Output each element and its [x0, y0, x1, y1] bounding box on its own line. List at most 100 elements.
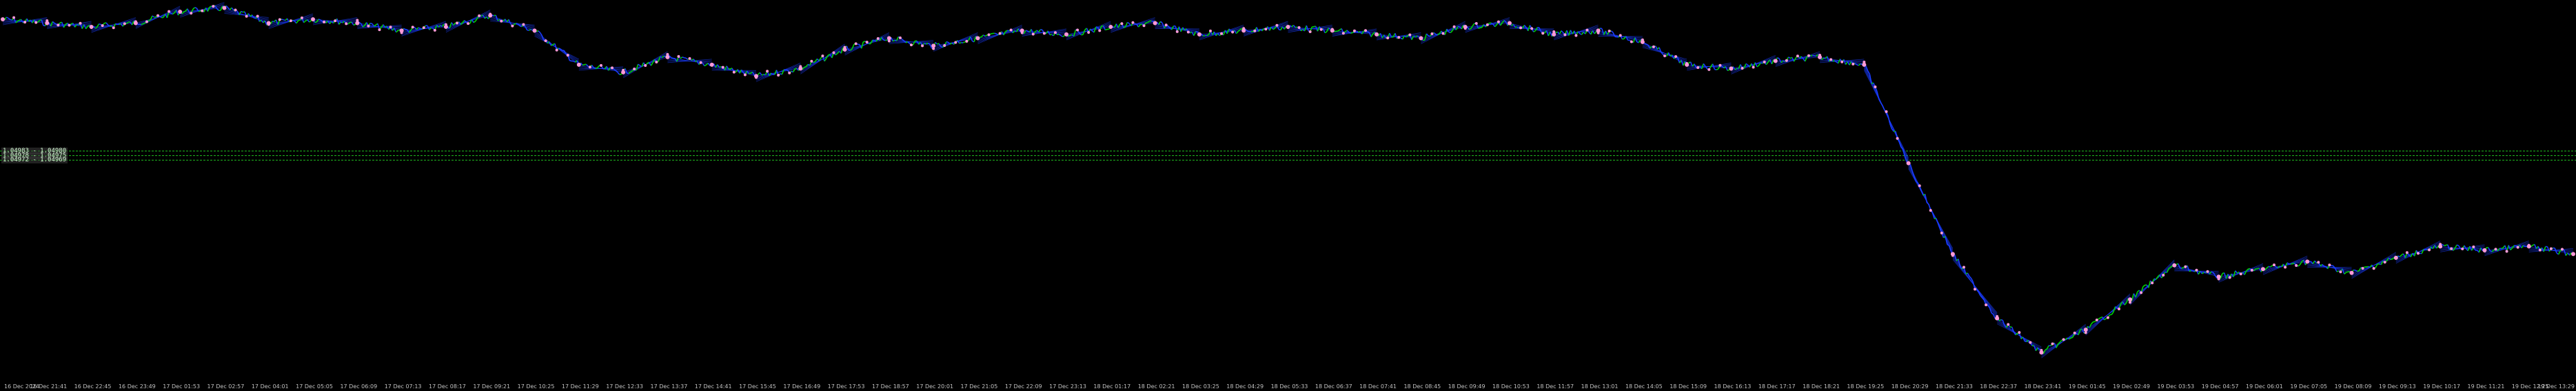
price-marker [1375, 32, 1379, 36]
price-marker [1718, 63, 1722, 67]
price-marker [1242, 27, 1246, 30]
price-marker [1497, 20, 1500, 23]
price-marker [256, 14, 259, 18]
x-tick-label: 18 Dec 04:29 [1226, 383, 1264, 390]
price-marker [201, 9, 204, 12]
price-marker [1485, 23, 1489, 26]
x-tick-label: 17 Dec 23:13 [1049, 383, 1086, 390]
price-marker [1585, 28, 1589, 32]
price-marker [2461, 247, 2464, 250]
price-segment [353, 23, 356, 26]
price-marker [1707, 68, 1711, 71]
x-tick-label: 18 Dec 13:01 [1581, 383, 1619, 390]
price-marker [57, 23, 60, 27]
price-segment [2093, 321, 2096, 323]
price-marker [212, 5, 215, 8]
price-marker [1641, 38, 1644, 41]
price-marker [23, 21, 27, 24]
price-marker [45, 19, 49, 23]
x-tick-label: 19 Dec 03:53 [2157, 383, 2194, 390]
price-segment [804, 66, 807, 68]
price-marker [2372, 267, 2375, 270]
price-marker [887, 39, 891, 43]
price-marker [2560, 248, 2564, 251]
price-marker [1264, 28, 1268, 31]
price-marker [876, 37, 880, 40]
price-marker [2106, 316, 2109, 319]
price-marker [1253, 29, 1257, 32]
price-marker [721, 66, 724, 69]
x-tick-label: 19 Dec 04:57 [2202, 383, 2239, 390]
x-tick-label: 19 Dec 01:45 [2069, 383, 2106, 390]
x-tick-label: 17 Dec 04:01 [252, 383, 289, 390]
x-tick-label: 19 Dec 07:05 [2290, 383, 2327, 390]
price-marker [2538, 248, 2542, 252]
price-marker [976, 37, 980, 40]
price-segment [2248, 268, 2251, 270]
price-segment [141, 23, 143, 26]
price-marker [2317, 261, 2320, 264]
price-marker [134, 20, 137, 23]
price-marker [34, 21, 38, 24]
price-marker [79, 21, 82, 25]
price-marker [190, 12, 193, 15]
price-marker [456, 21, 459, 25]
price-marker [123, 22, 126, 26]
price-segment [582, 63, 585, 66]
price-segment [924, 42, 926, 45]
price-segment [292, 19, 295, 22]
chart-background [0, 0, 2576, 391]
price-segment [863, 41, 866, 43]
price-marker [90, 26, 93, 29]
price-marker [965, 39, 968, 43]
x-tick-label: 18 Dec 09:49 [1448, 383, 1485, 390]
price-marker [588, 66, 591, 69]
price-segment [927, 43, 931, 45]
price-marker [2483, 250, 2486, 253]
x-tick-label: 19 Dec 13:29 [2537, 383, 2575, 390]
price-marker [843, 46, 846, 49]
price-marker [400, 31, 403, 34]
price-marker [2361, 267, 2364, 270]
price-marker [500, 19, 503, 23]
price-marker [1341, 32, 1345, 35]
price-marker [998, 32, 1002, 35]
price-marker [1430, 32, 1434, 36]
price-segment [558, 48, 561, 50]
price-marker [732, 70, 736, 74]
price-marker [1863, 61, 1866, 64]
price-segment [318, 19, 321, 21]
price-marker [2339, 270, 2342, 274]
price-segment [1600, 28, 1603, 30]
x-tick-label: 19 Dec 06:01 [2246, 383, 2283, 390]
price-segment [671, 57, 673, 59]
price-segment [1025, 30, 1028, 32]
price-marker [2572, 252, 2575, 256]
x-tick-label: 17 Dec 01:53 [163, 383, 200, 390]
price-segment [99, 23, 101, 26]
price-marker [1685, 62, 1689, 66]
x-tick-label: 18 Dec 22:37 [1980, 383, 2017, 390]
price-marker [2549, 247, 2553, 250]
price-marker [2394, 257, 2397, 260]
price-marker [1319, 28, 1323, 31]
price-marker [2383, 261, 2386, 264]
x-tick-label: 17 Dec 05:05 [296, 383, 333, 390]
price-marker [688, 57, 691, 60]
price-segment [516, 23, 518, 25]
price-marker [566, 54, 569, 57]
x-tick-label: 18 Dec 11:57 [1537, 383, 1574, 390]
price-marker [677, 54, 680, 58]
x-tick-label: 18 Dec 19:25 [1847, 383, 1884, 390]
price-marker [323, 20, 326, 23]
x-tick-label: 19 Dec 10:17 [2423, 383, 2460, 390]
price-marker [367, 24, 370, 28]
price-segment [1057, 33, 1059, 35]
price-marker [1985, 303, 1988, 307]
x-tick-label: 18 Dec 15:09 [1670, 383, 1707, 390]
price-marker [1996, 314, 1999, 318]
price-marker [1574, 34, 1578, 37]
price-segment [1250, 30, 1253, 32]
price-marker [334, 19, 337, 23]
price-marker [467, 22, 470, 26]
